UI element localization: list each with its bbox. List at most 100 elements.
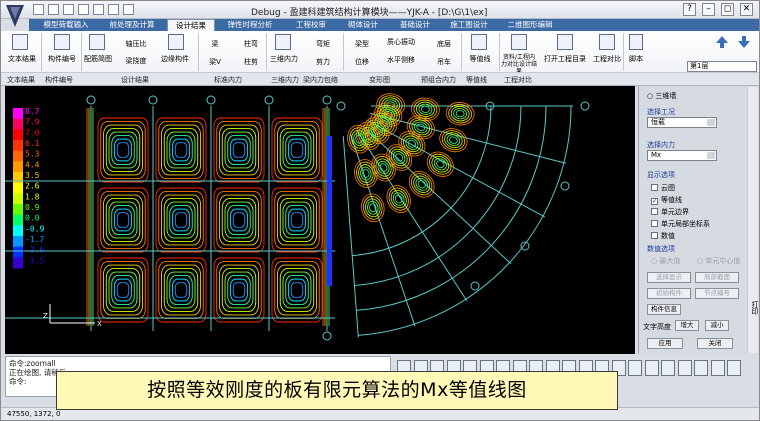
grid-node-icon <box>520 241 530 251</box>
moment-envelope-button[interactable]: 弯矩 <box>306 39 340 49</box>
tab-preprocess[interactable]: 前处理及计算 <box>101 19 163 31</box>
tab-model-load[interactable]: 模型荷载输入 <box>35 19 97 31</box>
project-compare-icon[interactable] <box>599 34 615 50</box>
member-number-button[interactable]: 构件编号 <box>45 54 79 64</box>
beam-m-button[interactable]: 梁 <box>201 39 229 49</box>
beam-type-button[interactable]: 梁型 <box>345 39 379 49</box>
open-folder-icon[interactable] <box>557 34 573 50</box>
beam-v-button[interactable]: 梁V <box>201 57 229 67</box>
tab-review[interactable]: 工程校审 <box>287 19 335 31</box>
contour-button[interactable]: 等值线 <box>463 54 497 64</box>
node-number-button[interactable]: 节点编号 <box>695 288 739 299</box>
legend-swatch <box>13 236 23 248</box>
legend-swatch <box>13 129 23 141</box>
help-icon[interactable] <box>123 4 134 15</box>
tab-design-results[interactable]: 设计结果 <box>167 19 215 31</box>
help-button[interactable]: ? <box>683 3 696 16</box>
view-tool-icon[interactable] <box>661 360 675 376</box>
column-moment-button[interactable]: 柱弯 <box>237 39 265 49</box>
zoom-out-button[interactable]: 减小 <box>705 320 729 331</box>
view-tool-icon[interactable] <box>727 360 741 376</box>
script-icon[interactable] <box>629 34 643 50</box>
center-value-radio[interactable]: ○ 单元中心值 <box>697 256 740 266</box>
view-tool-icon[interactable] <box>644 360 659 376</box>
mass-center-button[interactable]: 质心振动 <box>383 37 419 47</box>
script-button[interactable]: 脚本 <box>625 54 647 64</box>
arrow-down-icon[interactable] <box>737 35 751 49</box>
checkbox-box[interactable] <box>651 184 658 191</box>
rebar-diagram-icon[interactable] <box>89 34 105 50</box>
view-tool-icon[interactable] <box>677 360 692 376</box>
ribbon-group-labels: 文本结果 构件编号 设计结果 标准内力 三维内力 梁内力包络 变形图 预组合内力… <box>1 72 759 85</box>
floor-select[interactable]: 第1层 <box>687 61 757 72</box>
open-project-dir-button[interactable]: 打开工程目录 <box>541 54 589 64</box>
minimize-button[interactable]: – <box>702 3 715 16</box>
view-tool-icon[interactable] <box>694 360 708 376</box>
rebar-diagram-button[interactable]: 配筋简图 <box>81 54 115 64</box>
contour-line <box>232 142 246 158</box>
view-3d-wall-radio[interactable]: ○ 三维墙 <box>647 91 676 101</box>
crane-button[interactable]: 吊车 <box>426 57 462 67</box>
3d-force-button[interactable]: 三维内力 <box>267 54 301 64</box>
member-info-button[interactable]: 构件信息 <box>647 304 681 315</box>
display-option-checkbox[interactable]: 云图 <box>651 183 675 193</box>
view-tool-icon[interactable] <box>628 360 642 376</box>
drawing-canvas[interactable]: 8.7 7.9 7.0 6.1 5.3 4.4 3.5 2.6 1.8 0.9 0.0 -0.9 -1.… <box>5 86 635 354</box>
tab-time-history[interactable]: 弹性时程分析 <box>219 19 281 31</box>
member-number-icon[interactable] <box>54 34 70 50</box>
edge-member-icon[interactable] <box>168 34 184 50</box>
tab-masonry[interactable]: 砌体设计 <box>339 19 387 31</box>
text-result-icon[interactable] <box>12 34 28 50</box>
group-label-envelope: 梁内力包络 <box>303 76 338 84</box>
checkbox-box[interactable]: ✓ <box>651 198 658 205</box>
legend-swatch <box>13 182 23 194</box>
display-option-checkbox[interactable]: 数值 <box>651 231 675 241</box>
checkbox-box[interactable] <box>651 208 658 215</box>
tab-2d-edit[interactable]: 二维图形编辑 <box>499 19 561 31</box>
display-option-checkbox[interactable]: ✓ 等值线 <box>651 195 682 205</box>
edge-member-button[interactable]: 边缘构件 <box>158 54 192 64</box>
checkbox-box[interactable] <box>651 232 658 239</box>
max-value-radio[interactable]: ○ 最大值 <box>651 256 680 266</box>
print-icon[interactable] <box>108 4 119 15</box>
local-section-button[interactable]: 局部截面 <box>695 272 739 283</box>
new-file-icon[interactable] <box>33 4 44 15</box>
axial-ratio-button[interactable]: 轴压比 <box>119 39 153 49</box>
close-panel-button[interactable]: 关闭 <box>697 338 733 349</box>
view-tool-icon[interactable] <box>710 360 725 376</box>
app-logo-icon[interactable] <box>4 3 26 29</box>
chevron-down-icon <box>707 119 715 126</box>
checkbox-box[interactable] <box>651 220 658 227</box>
contour-line <box>274 121 320 179</box>
close-button[interactable]: ✕ <box>740 3 753 16</box>
contour-line <box>116 282 130 298</box>
column-shear-button[interactable]: 柱剪 <box>237 57 265 67</box>
restore-button[interactable]: ◻ <box>721 3 734 16</box>
tab-drawings[interactable]: 施工图设计 <box>443 19 495 31</box>
text-result-button[interactable]: 文本结果 <box>5 54 39 64</box>
undo-icon[interactable] <box>78 4 89 15</box>
zoom-in-button[interactable]: 增大 <box>675 320 699 331</box>
force-select[interactable]: Mx <box>647 150 717 161</box>
3d-force-icon[interactable] <box>275 34 291 50</box>
project-compare-button[interactable]: 工程对比 <box>591 54 623 64</box>
open-file-icon[interactable] <box>48 4 59 15</box>
save-icon[interactable] <box>63 4 74 15</box>
shear-envelope-button[interactable]: 剪力 <box>306 57 340 67</box>
display-option-checkbox[interactable]: 单元局部坐标系 <box>651 219 710 229</box>
apply-button[interactable]: 应用 <box>647 338 683 349</box>
base-layer-button[interactable]: 底层 <box>426 39 462 49</box>
compare-results-icon[interactable] <box>511 34 527 50</box>
display-option-checkbox[interactable]: 单元边界 <box>651 207 689 217</box>
tab-foundation[interactable]: 基础设计 <box>391 19 439 31</box>
contour-icon[interactable] <box>471 34 487 50</box>
beam-deflection-button[interactable]: 梁挠度 <box>119 56 153 66</box>
displacement-button[interactable]: 位移 <box>345 57 379 67</box>
lateral-drift-button[interactable]: 水平侧移 <box>383 55 419 65</box>
contour-plot[interactable]: 8.7 7.97.0 6.1 5.34.4 3.5 2.61.8 0.9 0.0-0.9 -1.… <box>5 86 635 354</box>
redo-icon[interactable] <box>93 4 104 15</box>
arrow-up-icon[interactable] <box>715 35 729 49</box>
case-select[interactable]: 恒载 <box>647 117 717 128</box>
initial-member-button[interactable]: 初始构件 <box>647 288 691 299</box>
select-display-button[interactable]: 选择显示 <box>647 272 691 283</box>
